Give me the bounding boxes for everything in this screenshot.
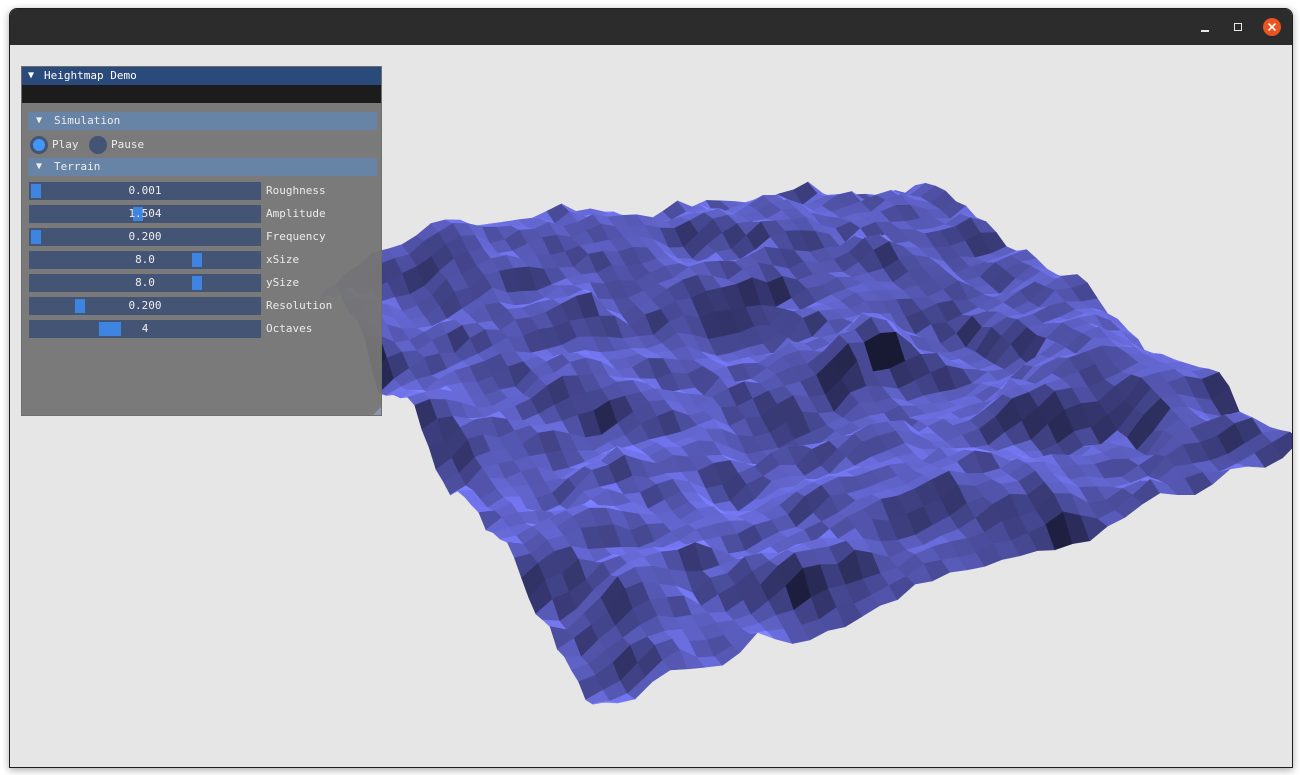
simulation-header[interactable]: ▼ Simulation	[28, 112, 377, 130]
resize-grip-icon[interactable]	[373, 407, 381, 415]
xsize-slider[interactable]: 8.0	[29, 251, 261, 269]
slider-value: 0.200	[128, 230, 162, 243]
pause-radio-button[interactable]	[89, 136, 107, 154]
frequency-slider-row: 0.200 Frequency	[29, 228, 374, 246]
panel-menu-strip	[22, 85, 381, 103]
resolution-slider-row: 0.200 Resolution	[29, 297, 374, 315]
amplitude-slider-row: 1.504 Amplitude	[29, 205, 374, 223]
roughness-slider-row: 0.001 Roughness	[29, 182, 374, 200]
slider-label: Frequency	[266, 230, 326, 243]
simulation-header-label: Simulation	[54, 114, 121, 127]
maximize-icon[interactable]	[1229, 18, 1247, 36]
slider-label: Amplitude	[266, 207, 326, 220]
chevron-down-icon: ▼	[36, 115, 43, 126]
octaves-slider[interactable]: 4	[29, 320, 261, 338]
panel-title: Heightmap Demo	[44, 69, 137, 82]
ysize-slider-row: 8.0 ySize	[29, 274, 374, 292]
amplitude-slider[interactable]: 1.504	[29, 205, 261, 223]
slider-value: 0.200	[128, 299, 162, 312]
panel-title-bar[interactable]: ▼ Heightmap Demo	[22, 67, 381, 85]
roughness-slider[interactable]: 0.001	[29, 182, 261, 200]
terrain-header-label: Terrain	[54, 160, 101, 173]
terrain-header[interactable]: ▼ Terrain	[28, 158, 377, 176]
slider-value: 8.0	[135, 276, 155, 289]
slider-label: Octaves	[266, 322, 313, 335]
close-icon[interactable]	[1263, 18, 1281, 36]
slider-value: 0.001	[128, 184, 162, 197]
chevron-down-icon: ▼	[36, 161, 43, 172]
ysize-slider[interactable]: 8.0	[29, 274, 261, 292]
xsize-slider-row: 8.0 xSize	[29, 251, 374, 269]
title-bar[interactable]	[10, 9, 1292, 45]
collapse-arrow-icon[interactable]: ▼	[28, 67, 34, 85]
app-window: ▼ Heightmap Demo ▼ Simulation Play Pause…	[9, 8, 1293, 768]
frequency-slider[interactable]: 0.200	[29, 228, 261, 246]
pause-radio-label: Pause	[111, 138, 145, 151]
octaves-slider-row: 4 Octaves	[29, 320, 374, 338]
minimize-icon[interactable]	[1196, 18, 1214, 36]
resolution-slider[interactable]: 0.200	[29, 297, 261, 315]
slider-value: 1.504	[128, 207, 162, 220]
slider-label: Roughness	[266, 184, 326, 197]
slider-value: 4	[141, 322, 149, 335]
render-viewport[interactable]: ▼ Heightmap Demo ▼ Simulation Play Pause…	[10, 45, 1292, 767]
slider-value: 8.0	[135, 253, 155, 266]
play-radio-button[interactable]	[30, 136, 48, 154]
slider-label: ySize	[266, 276, 300, 289]
slider-label: xSize	[266, 253, 300, 266]
heightmap-demo-panel[interactable]: ▼ Heightmap Demo ▼ Simulation Play Pause…	[21, 66, 382, 416]
play-radio-label: Play	[52, 138, 79, 151]
slider-label: Resolution	[266, 299, 333, 312]
